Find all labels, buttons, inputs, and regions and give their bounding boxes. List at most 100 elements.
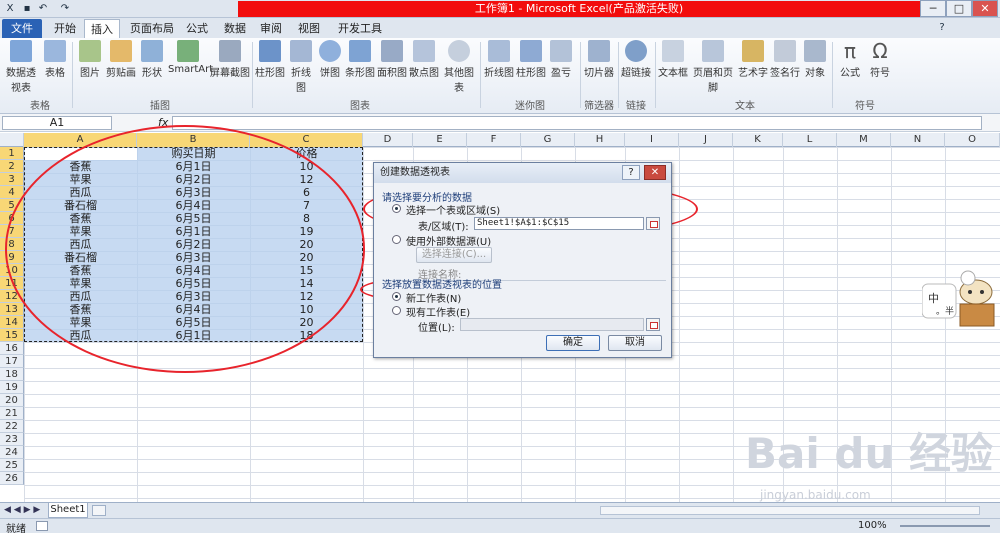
column-header[interactable]: I	[625, 133, 679, 147]
row-header[interactable]: 13	[0, 303, 24, 316]
maximize-button[interactable]: □	[946, 0, 972, 17]
insert-sheet-icon[interactable]	[92, 505, 106, 516]
column-header[interactable]: O	[945, 133, 1000, 147]
tab-page-layout[interactable]: 页面布局	[124, 19, 180, 38]
clipart-button[interactable]: 剪贴画	[106, 40, 136, 79]
dialog-close-button[interactable]: ✕	[644, 165, 666, 180]
tab-developer[interactable]: 开发工具	[332, 19, 388, 38]
tab-data[interactable]: 数据	[218, 19, 252, 38]
cancel-button[interactable]: 取消	[608, 335, 662, 351]
zoom-slider[interactable]	[900, 525, 990, 527]
location-input[interactable]	[460, 318, 644, 331]
column-chart-button[interactable]: 柱形图	[255, 40, 285, 79]
option-new-sheet-label: 新工作表(N)	[406, 294, 462, 305]
row-header[interactable]: 20	[0, 394, 24, 407]
formula-input[interactable]	[172, 116, 982, 130]
minimize-button[interactable]: ─	[920, 0, 946, 17]
header-footer-button[interactable]: 页眉和页脚	[690, 40, 736, 94]
other-charts-button[interactable]: 其他图表	[441, 40, 477, 94]
column-header[interactable]: L	[783, 133, 837, 147]
horizontal-scrollbar[interactable]	[600, 506, 980, 515]
sparkline-column-button[interactable]: 柱形图	[516, 40, 546, 79]
sparkline-line-button[interactable]: 折线图	[484, 40, 514, 79]
range-picker-icon[interactable]	[646, 217, 660, 230]
tab-home[interactable]: 开始	[48, 19, 82, 38]
sheet-nav-icon[interactable]: ◀ ◀ ▶ ▶	[4, 505, 40, 515]
radio-select-table[interactable]	[392, 204, 401, 213]
hyperlink-button[interactable]: 超链接	[621, 40, 651, 79]
table-button[interactable]: 表格	[42, 40, 68, 79]
row-header[interactable]: 2	[0, 160, 24, 173]
wordart-button[interactable]: 艺术字	[738, 40, 768, 79]
column-header[interactable]: E	[413, 133, 467, 147]
screenshot-button[interactable]: 屏幕截图	[210, 40, 250, 79]
group-label-charts: 图表	[350, 101, 370, 112]
column-header[interactable]: N	[891, 133, 945, 147]
row-header[interactable]: 25	[0, 459, 24, 472]
header-footer-icon	[702, 40, 724, 62]
textbox-button[interactable]: 文本框	[658, 40, 688, 79]
line-chart-button[interactable]: 折线图	[287, 40, 315, 94]
sparkline-winloss-button[interactable]: 盈亏	[548, 40, 574, 79]
bar-chart-button[interactable]: 条形图	[345, 40, 375, 79]
tab-file[interactable]: 文件	[2, 19, 42, 38]
radio-new-sheet[interactable]	[392, 292, 401, 301]
help-icon[interactable]: ?	[935, 21, 949, 35]
signature-line-button[interactable]: 签名行	[770, 40, 800, 79]
radio-existing-sheet[interactable]	[392, 306, 401, 315]
column-header[interactable]: J	[679, 133, 733, 147]
row-header[interactable]: 21	[0, 407, 24, 420]
row-header[interactable]: 22	[0, 420, 24, 433]
pivot-table-button[interactable]: 数据透视表	[2, 40, 40, 94]
name-box[interactable]: A1	[2, 116, 112, 130]
pie-chart-button[interactable]: 饼图	[317, 40, 343, 79]
symbol-button[interactable]: Ω 符号	[866, 40, 894, 79]
select-all-corner[interactable]	[0, 133, 24, 147]
pie-chart-icon	[319, 40, 341, 62]
ok-button[interactable]: 确定	[546, 335, 600, 351]
object-button[interactable]: 对象	[802, 40, 828, 79]
column-header[interactable]: H	[575, 133, 625, 147]
column-header[interactable]: D	[363, 133, 413, 147]
column-header[interactable]: M	[837, 133, 891, 147]
tab-review[interactable]: 审阅	[254, 19, 288, 38]
row-header[interactable]: 23	[0, 433, 24, 446]
redo-icon[interactable]: ↷	[58, 2, 72, 16]
row-header[interactable]: 3	[0, 173, 24, 186]
sheet-tab-sheet1[interactable]: Sheet1	[48, 503, 88, 518]
smartart-button[interactable]: SmartArt	[168, 40, 213, 75]
equation-button[interactable]: π 公式	[836, 40, 864, 79]
slicer-button[interactable]: 切片器	[583, 40, 615, 79]
scatter-chart-button[interactable]: 散点图	[409, 40, 439, 79]
row-header[interactable]: 17	[0, 355, 24, 368]
picture-button[interactable]: 图片	[76, 40, 104, 79]
undo-icon[interactable]: ↶	[36, 2, 50, 16]
column-chart-icon	[259, 40, 281, 62]
macro-record-icon[interactable]	[36, 521, 48, 531]
sparkline-winloss-icon	[550, 40, 572, 62]
row-header[interactable]: 15	[0, 329, 24, 342]
save-icon[interactable]: ▪	[20, 2, 34, 16]
zoom-level[interactable]: 100%	[858, 520, 887, 531]
row-header[interactable]: 18	[0, 368, 24, 381]
range-input[interactable]: Sheet1!$A$1:$C$15	[474, 217, 644, 230]
area-chart-button[interactable]: 面积图	[377, 40, 407, 79]
tab-insert[interactable]: 插入	[84, 19, 120, 38]
column-header[interactable]: G	[521, 133, 575, 147]
close-button[interactable]: ✕	[972, 0, 998, 17]
radio-external-source[interactable]	[392, 235, 401, 244]
row-header[interactable]: 19	[0, 381, 24, 394]
choose-connection-button[interactable]: 选择连接(C)...	[416, 247, 492, 263]
shapes-button[interactable]: 形状	[138, 40, 166, 79]
tab-view[interactable]: 视图	[292, 19, 326, 38]
column-header[interactable]: F	[467, 133, 521, 147]
row-header[interactable]: 26	[0, 472, 24, 485]
tab-formulas[interactable]: 公式	[180, 19, 214, 38]
location-picker-icon[interactable]	[646, 318, 660, 331]
row-header[interactable]: 16	[0, 342, 24, 355]
dialog-help-button[interactable]: ?	[622, 165, 640, 180]
row-header[interactable]: 24	[0, 446, 24, 459]
row-header[interactable]: 14	[0, 316, 24, 329]
row-header[interactable]: 1	[0, 147, 24, 160]
column-header[interactable]: K	[733, 133, 783, 147]
